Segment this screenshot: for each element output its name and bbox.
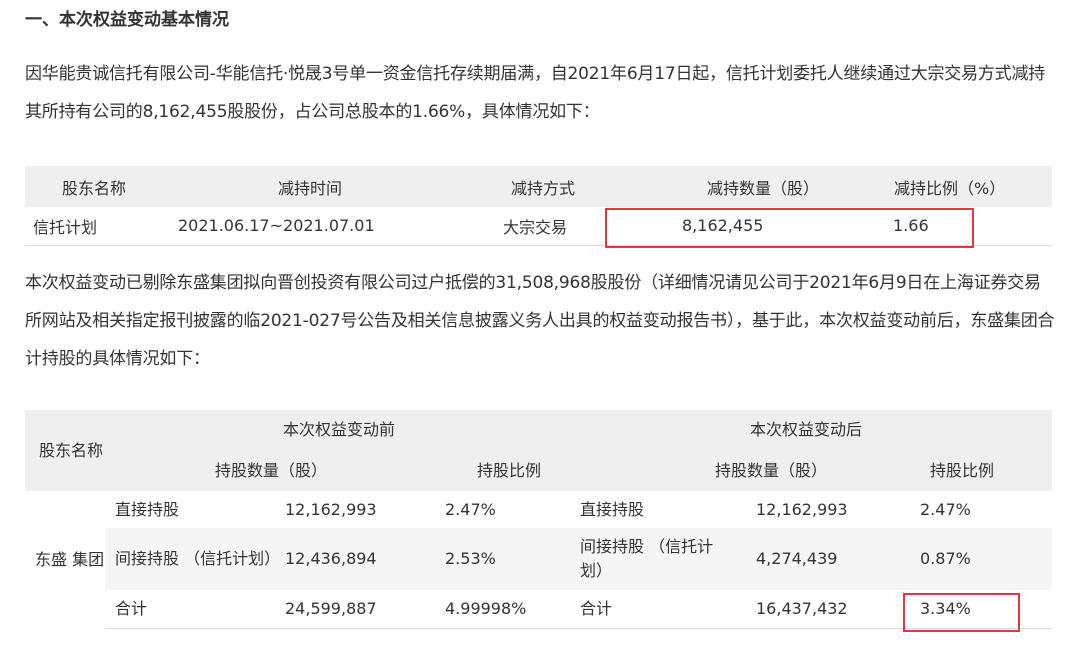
header-qty-before: 持股数量（股） (105, 450, 445, 491)
highlight-box-reduction (605, 208, 974, 248)
table-subheader-row: 持股数量（股） 持股比例 持股数量（股） 持股比例 (25, 450, 1052, 491)
cell-ratio-after: 2.47% (908, 491, 1052, 528)
cell-ratio-before: 2.53% (445, 528, 580, 590)
header-reduction-quantity: 减持数量（股） (707, 178, 820, 198)
section-heading: 一、本次权益变动基本情况 (25, 10, 229, 30)
cell-qty-before: 24,599,887 (285, 590, 445, 629)
holdings-table: 股东名称 本次权益变动前 本次权益变动后 持股数量（股） 持股比例 持股数量（股… (25, 410, 1052, 629)
cell-type-before: 合计 (105, 590, 285, 629)
header-ratio-after: 持股比例 (908, 450, 1052, 491)
table-header-row: 股东名称 本次权益变动前 本次权益变动后 (25, 410, 1052, 491)
detail-paragraph: 本次权益变动已剔除东盛集团拟向晋创投资有限公司过户抵偿的31,508,968股股… (25, 273, 1055, 369)
cell-type-after: 间接持股 （信托计划） (580, 528, 748, 590)
cell-qty-after: 16,437,432 (748, 590, 908, 629)
header-shareholder-name: 股东名称 (25, 410, 105, 491)
cell-qty-before: 12,436,894 (285, 528, 445, 590)
header-ratio-before: 持股比例 (445, 450, 580, 491)
cell-ratio-after: 0.87% (908, 528, 1052, 590)
header-reduction-ratio: 减持比例（%） (894, 178, 1006, 198)
highlight-box-ratio (903, 593, 1020, 632)
cell-type-after: 直接持股 (580, 491, 748, 528)
cell-time: 2021.06.17~2021.07.01 (178, 216, 375, 236)
cell-qty-after: 12,162,993 (748, 491, 908, 528)
header-after: 本次权益变动后 (580, 410, 1052, 450)
table-row: 间接持股 （信托计划） 12,436,894 2.53% 间接持股 （信托计划）… (25, 528, 1052, 590)
cell-type-after: 合计 (580, 590, 748, 629)
cell-type-before: 直接持股 (105, 491, 285, 528)
header-reduction-time: 减持时间 (278, 178, 343, 198)
cell-ratio-before: 2.47% (445, 491, 580, 528)
header-qty-after: 持股数量（股） (580, 450, 908, 491)
header-reduction-method: 减持方式 (511, 178, 576, 198)
intro-paragraph: 因华能贵诚信托有限公司-华能信托·悦晟3号单一资金信托存续期届满，自2021年6… (25, 64, 1046, 122)
cell-holder: 东盛 集团 (25, 491, 105, 628)
cell-qty-before: 12,162,993 (285, 491, 445, 528)
cell-type-before: 间接持股 （信托计划） (105, 528, 285, 590)
cell-shareholder: 信托计划 (33, 217, 98, 237)
header-shareholder-name: 股东名称 (62, 178, 127, 198)
table-row: 合计 24,599,887 4.99998% 合计 16,437,432 3.3… (25, 590, 1052, 629)
header-before: 本次权益变动前 (105, 410, 580, 450)
cell-ratio-before: 4.99998% (445, 590, 580, 629)
table-row: 东盛 集团 直接持股 12,162,993 2.47% 直接持股 12,162,… (25, 491, 1052, 628)
cell-qty-after: 4,274,439 (748, 528, 908, 590)
table-header-row: 股东名称 减持时间 减持方式 减持数量（股） 减持比例（%） (25, 166, 1052, 207)
